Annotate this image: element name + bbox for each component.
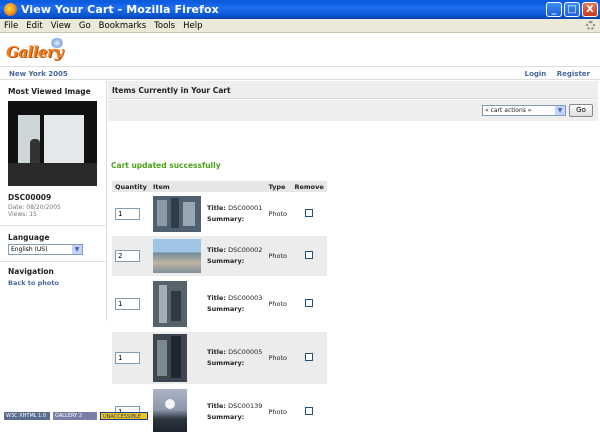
table-header: Quantity Item Type Remove (112, 181, 327, 192)
column-quantity: Quantity (112, 181, 150, 192)
w3c-xhtml-badge[interactable]: W3C XHTML 1.0 (4, 412, 50, 420)
register-link[interactable]: Register (557, 70, 590, 78)
sidebar: Most Viewed Image DSC00009 Date: 08/20/2… (0, 81, 107, 321)
table-row: 1 Title: DSC00139Summary: Photo (112, 386, 327, 432)
most-viewed-heading: Most Viewed Image (8, 87, 91, 96)
logo-sparkle-icon (50, 38, 64, 48)
footer-badges: W3C XHTML 1.0 GALLERY 2 UNACCESSIBLE (4, 412, 148, 420)
remove-checkbox[interactable] (305, 209, 314, 217)
most-viewed-title[interactable]: DSC00009 (8, 193, 51, 202)
close-button[interactable]: X (582, 2, 598, 17)
quantity-input[interactable]: 1 (115, 352, 140, 364)
gallery-logo[interactable]: Gallery (4, 38, 64, 64)
column-details (204, 181, 266, 192)
language-select[interactable]: English (US) ▼ (8, 244, 83, 255)
throbber-icon (586, 21, 595, 30)
item-title: DSC00002 (228, 246, 263, 254)
breadcrumb[interactable]: New York 2005 (9, 70, 68, 78)
most-viewed-views: Views: 15 (8, 211, 37, 218)
table-row: 2 Title: DSC00002 Summary: Photo (112, 236, 327, 276)
title-bar: View Your Cart - Mozilla Firefox _ □ X (0, 0, 600, 19)
title-label: Title: (207, 204, 227, 212)
cart-actions-value: « cart actions » (485, 107, 532, 114)
quantity-input[interactable]: 1 (115, 208, 140, 220)
minimize-button[interactable]: _ (546, 2, 562, 17)
item-thumbnail[interactable] (153, 334, 187, 382)
most-viewed-image[interactable] (8, 101, 97, 186)
quantity-input[interactable]: 2 (115, 250, 140, 262)
quantity-input[interactable]: 1 (115, 298, 140, 310)
title-label: Title: (207, 402, 227, 410)
table-row: 1 Title: DSC00005 Summary: Photo (112, 332, 327, 384)
title-label: Title: (207, 294, 227, 302)
item-thumbnail[interactable] (153, 389, 187, 432)
menu-tools[interactable]: Tools (150, 21, 179, 31)
site-header: Gallery (0, 34, 600, 67)
gallery-badge[interactable]: GALLERY 2 (53, 412, 97, 420)
table-row: 1 Title: DSC00001 Summary: Photo (112, 194, 327, 234)
title-label: Title: (207, 348, 227, 356)
remove-checkbox[interactable] (305, 407, 314, 415)
item-title: DSC00001 (228, 204, 263, 212)
back-to-photo-link[interactable]: Back to photo (8, 279, 59, 287)
unaccessible-badge[interactable]: UNACCESSIBLE (100, 412, 148, 420)
column-remove: Remove (291, 181, 327, 192)
most-viewed-date: Date: 08/20/2005 (8, 204, 61, 211)
go-button[interactable]: Go (569, 104, 593, 117)
menu-view[interactable]: View (47, 21, 75, 31)
item-thumbnail[interactable] (153, 281, 187, 327)
remove-checkbox[interactable] (305, 251, 314, 259)
summary-label: Summary: (207, 257, 245, 265)
item-title: DSC00139 (228, 402, 263, 410)
title-label: Title: (207, 246, 227, 254)
window-title: View Your Cart - Mozilla Firefox (21, 3, 219, 16)
language-value: English (US) (11, 246, 48, 253)
menu-edit[interactable]: Edit (22, 21, 46, 31)
language-heading: Language (8, 233, 50, 242)
summary-label: Summary: (207, 305, 245, 313)
chevron-down-icon: ▼ (555, 106, 565, 115)
column-type: Type (265, 181, 292, 192)
item-type: Photo (265, 278, 292, 330)
breadcrumb-bar: New York 2005 Login Register (0, 68, 600, 80)
navigation-heading: Navigation (8, 267, 54, 276)
cart-actions-select[interactable]: « cart actions » ▼ (482, 105, 566, 116)
cart-table: Quantity Item Type Remove 1 Title: DSC00… (112, 179, 327, 432)
summary-label: Summary: (207, 215, 245, 223)
menu-bookmarks[interactable]: Bookmarks (95, 21, 151, 31)
item-title: DSC00005 (228, 348, 263, 356)
menu-help[interactable]: Help (179, 21, 206, 31)
browser-window: View Your Cart - Mozilla Firefox _ □ X F… (0, 0, 600, 432)
item-thumbnail[interactable] (153, 239, 201, 273)
summary-label: Summary: (207, 413, 245, 421)
item-type: Photo (265, 386, 292, 432)
firefox-icon (4, 3, 17, 16)
item-type: Photo (265, 332, 292, 384)
remove-checkbox[interactable] (305, 299, 314, 307)
menu-file[interactable]: File (0, 21, 22, 31)
menu-bar: File Edit View Go Bookmarks Tools Help (0, 19, 600, 33)
item-thumbnail[interactable] (153, 196, 201, 232)
item-title: DSC00003 (228, 294, 263, 302)
page-title: Items Currently in Your Cart (108, 81, 598, 99)
maximize-button[interactable]: □ (564, 2, 580, 17)
summary-label: Summary: (207, 359, 245, 367)
menu-go[interactable]: Go (75, 21, 95, 31)
chevron-down-icon: ▼ (72, 245, 82, 254)
table-row: 1 Title: DSC00003 Summary: Photo (112, 278, 327, 330)
remove-checkbox[interactable] (305, 353, 314, 361)
cart-main: Items Currently in Your Cart « cart acti… (108, 81, 598, 432)
item-type: Photo (265, 236, 292, 276)
page-content: Gallery New York 2005 Login Register Mos… (0, 34, 600, 432)
item-type: Photo (265, 194, 292, 234)
login-link[interactable]: Login (525, 70, 547, 78)
column-item: Item (150, 181, 204, 192)
cart-action-bar: « cart actions » ▼ Go (108, 100, 598, 121)
status-message: Cart updated successfully (111, 161, 221, 170)
